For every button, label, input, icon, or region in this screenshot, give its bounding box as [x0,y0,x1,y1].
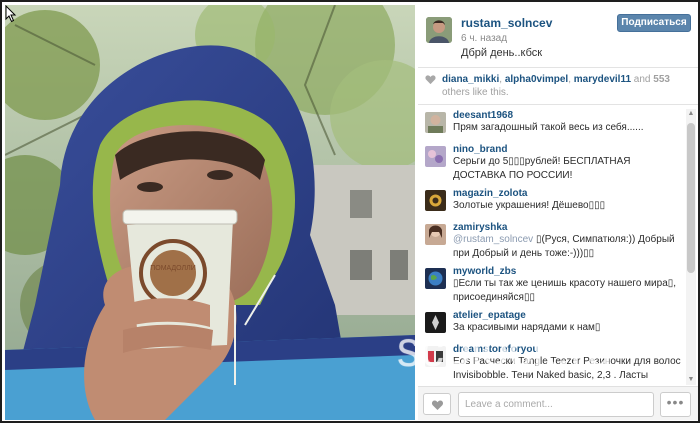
liker-username[interactable]: diana_mikki [442,74,499,85]
divider [418,67,698,68]
comment-item: myworld_zbs ▯Если ты так же ценишь красо… [418,265,686,309]
post-details-panel: rustam_solncev 6 ч. назад Дбрй день..кбс… [418,5,698,420]
instagram-post-window: ПОМАДОЛЛИ rustam_solncev 6 ч. назад Дбрй… [0,0,700,423]
selfie-illustration: ПОМАДОЛЛИ [5,5,415,420]
scrollbar-thumb[interactable] [687,123,695,273]
post-timestamp[interactable]: 6 ч. назад [461,33,507,44]
commenter-avatar[interactable] [425,112,446,133]
comment-text: За красивыми нарядами к нам▯ [453,322,601,333]
follow-button[interactable]: Подписаться [617,14,691,32]
comment-username[interactable]: zamiryshka [453,221,686,233]
comment-item: zamiryshka @rustam_solncev ▯(Руся, Симпа… [418,221,686,265]
likes-summary: diana_mikki, alpha0vimpel, marydevil11 a… [418,69,698,99]
comment-mention[interactable]: @rustam_solncev [453,234,533,245]
comment-username[interactable]: magazin_zolota [453,187,686,199]
cup-logo-text: ПОМАДОЛЛИ [150,265,196,272]
likes-count[interactable]: 553 [653,74,670,85]
liker-username[interactable]: alpha0vimpel [505,74,568,85]
scroll-up-arrow-icon[interactable]: ▲ [686,109,696,119]
heart-icon [425,75,436,85]
like-button[interactable] [423,393,451,415]
heart-icon [431,400,444,410]
comment-input[interactable] [458,392,654,417]
comment-text: Eos Расчески Tangle Teezer Резиночки для… [453,356,681,381]
comments-list[interactable]: deesant1968 Прям загадошный такой весь и… [418,109,686,385]
comment-username[interactable]: deesant1968 [453,109,686,121]
commenter-avatar[interactable] [425,190,446,211]
likes-text: diana_mikki, alpha0vimpel, marydevil11 a… [442,74,670,98]
divider [418,104,698,105]
comments-scrollbar[interactable]: ▲ ▼ [686,109,696,385]
commenter-avatar[interactable] [425,312,446,333]
commenter-avatar[interactable] [425,346,446,367]
comment-item: nino_brand Серьги до 5▯▯▯рублей! БЕСПЛАТ… [418,143,686,187]
comment-text: @rustam_solncev ▯(Руся, Симпатюля:)) Доб… [453,234,675,259]
comment-text: ▯Если ты так же ценишь красоту нашего ми… [453,278,677,303]
post-header: rustam_solncev 6 ч. назад Дбрй день..кбс… [418,5,698,67]
liker-username[interactable]: marydevil11 [574,74,631,85]
comment-username[interactable]: dreamstoreforyou [453,343,686,355]
scroll-down-arrow-icon[interactable]: ▼ [686,375,696,385]
ellipsis-icon[interactable]: ••• [660,392,691,417]
commenter-avatar[interactable] [425,224,446,245]
owner-avatar[interactable] [426,17,452,43]
comment-item: magazin_zolota Золотые украшения! Дёшево… [418,187,686,221]
comment-item: atelier_epatage За красивыми нарядами к … [418,309,686,343]
comment-item: deesant1968 Прям загадошный такой весь и… [418,109,686,143]
post-photo[interactable]: ПОМАДОЛЛИ [5,5,415,420]
commenter-avatar[interactable] [425,146,446,167]
mouse-pointer-icon [5,5,17,23]
comment-item: dreamstoreforyou Eos Расчески Tangle Tee… [418,343,686,385]
post-caption: Дбрй день..кбск [461,47,543,59]
comment-username[interactable]: nino_brand [453,143,686,155]
comment-text: Серьги до 5▯▯▯рублей! БЕСПЛАТНАЯ ДОСТАВК… [453,156,631,181]
comment-text: Прям загадошный такой весь из себя...... [453,122,644,133]
comment-bar: ••• [418,386,698,420]
comment-text: Золотые украшения! Дёшево▯▯▯ [453,200,606,211]
commenter-avatar[interactable] [425,268,446,289]
comment-username[interactable]: myworld_zbs [453,265,686,277]
owner-username[interactable]: rustam_solncev [461,16,552,30]
comment-username[interactable]: atelier_epatage [453,309,686,321]
